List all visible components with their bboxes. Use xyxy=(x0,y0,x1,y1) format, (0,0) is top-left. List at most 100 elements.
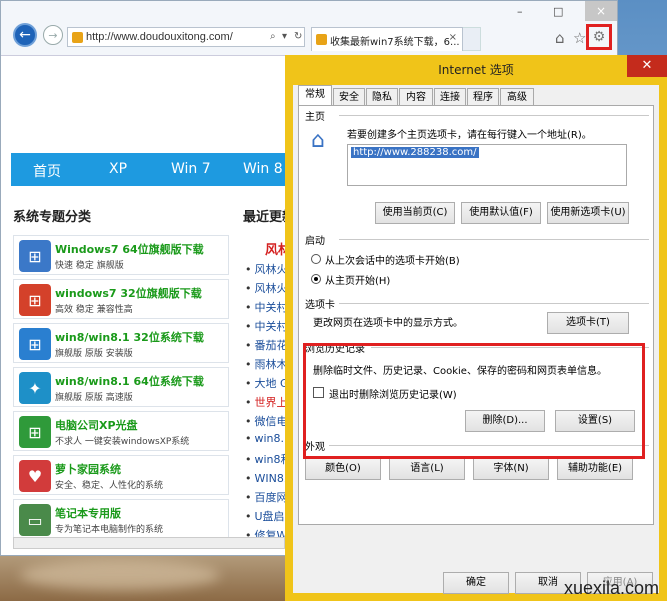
history-highlight-box xyxy=(303,343,645,459)
use-current-button[interactable]: 使用当前页(C) xyxy=(375,202,455,224)
news-item[interactable]: • U盘启 xyxy=(245,508,285,524)
address-text: http://www.doudouxitong.com/ xyxy=(86,31,233,43)
news-link[interactable]: 中关村 xyxy=(255,320,288,333)
nav-item-home[interactable]: 首页 xyxy=(33,161,61,181)
news-item[interactable]: • 世界上 xyxy=(245,394,288,410)
category-card[interactable]: ⊞ 电脑公司XP光盘 不求人 一键安装windowsXP系统 xyxy=(13,411,229,451)
card-subtitle: 不求人 一键安装windowsXP系统 xyxy=(55,437,190,447)
card-title[interactable]: Windows7 64位旗舰版下载 xyxy=(55,241,204,257)
card-title[interactable]: win8/win8.1 32位系统下载 xyxy=(55,329,204,345)
tab-security[interactable]: 安全 xyxy=(333,88,365,106)
news-item[interactable]: • 微信电 xyxy=(245,413,288,429)
news-item[interactable]: • 百度网 xyxy=(245,489,288,505)
refresh-icon[interactable]: ↻ xyxy=(294,31,302,42)
card-subtitle: 安全、稳定、人性化的系统 xyxy=(55,481,164,491)
news-link[interactable]: U盘启 xyxy=(255,510,285,523)
home-page-textarea[interactable]: http://www.288238.com/ xyxy=(347,144,627,186)
accessibility-button[interactable]: 辅助功能(E) xyxy=(557,458,633,480)
home-icon[interactable]: ⌂ xyxy=(555,29,565,47)
news-item[interactable]: • 雨林木 xyxy=(245,356,288,372)
card-subtitle: 高效 稳定 兼容性高 xyxy=(55,305,133,315)
dialog-close-button[interactable]: ✕ xyxy=(627,55,667,77)
card-title[interactable]: 电脑公司XP光盘 xyxy=(55,417,138,433)
startup-last-session-label: 从上次会话中的选项卡开始(B) xyxy=(325,256,460,267)
category-card[interactable]: ♥ 萝卜家园系统 安全、稳定、人性化的系统 xyxy=(13,455,229,495)
tab-content[interactable]: 内容 xyxy=(399,88,433,106)
card-title[interactable]: windows7 32位旗舰版下载 xyxy=(55,285,202,301)
fonts-button[interactable]: 字体(N) xyxy=(473,458,549,480)
category-card[interactable]: ▭ 笔记本专用版 专为笔记本电脑制作的系统 xyxy=(13,499,229,539)
browser-close-button[interactable]: × xyxy=(585,1,617,21)
news-link[interactable]: 百度网 xyxy=(255,491,288,504)
card-title[interactable]: win8/win8.1 64位系统下载 xyxy=(55,373,204,389)
news-link[interactable]: 大地 G xyxy=(255,377,289,390)
windows-logo-icon: ⊞ xyxy=(19,240,51,272)
news-link[interactable]: 风林火 xyxy=(255,282,288,295)
use-new-tab-button[interactable]: 使用新选项卡(U) xyxy=(547,202,629,224)
card-subtitle: 快速 稳定 旗舰版 xyxy=(55,261,124,271)
divider xyxy=(339,303,649,304)
languages-button[interactable]: 语言(L) xyxy=(389,458,465,480)
section-title: 系统专题分类 xyxy=(13,210,92,225)
gear-icon: ⚙ xyxy=(592,29,606,45)
browser-tab[interactable]: 收集最新win7系统下载，6... × xyxy=(311,27,463,51)
news-link[interactable]: 中关村 xyxy=(255,301,288,314)
dropdown-icon[interactable]: ▾ xyxy=(282,31,287,42)
category-card[interactable]: ✦ win8/win8.1 64位系统下载 旗舰版 原版 高速版 xyxy=(13,367,229,407)
news-link[interactable]: 微信电 xyxy=(255,415,288,428)
colors-button[interactable]: 颜色(O) xyxy=(305,458,381,480)
windows-logo-icon: ⊞ xyxy=(19,284,51,316)
tab-close-button[interactable]: × xyxy=(449,32,457,43)
nav-item-xp[interactable]: XP xyxy=(109,161,127,177)
use-default-button[interactable]: 使用默认值(F) xyxy=(461,202,541,224)
home-desc: 若要创建多个主页选项卡，请在每行键入一个地址(R)。 xyxy=(347,130,592,141)
card-title[interactable]: 笔记本专用版 xyxy=(55,505,121,521)
dialog-title: Internet 选项 xyxy=(438,63,514,77)
category-card[interactable]: ⊞ Windows7 64位旗舰版下载 快速 稳定 旗舰版 xyxy=(13,235,229,275)
nav-item-win7[interactable]: Win 7 xyxy=(171,161,211,177)
tabs-group-label: 选项卡 xyxy=(305,300,335,311)
address-bar[interactable]: http://www.doudouxitong.com/ ⌕ ▾ ↻ xyxy=(67,27,305,47)
forward-button[interactable]: → xyxy=(43,25,63,45)
site-favicon-icon xyxy=(72,32,83,43)
news-item[interactable]: • 风林火 xyxy=(245,280,288,296)
news-item[interactable]: • 中关村 xyxy=(245,318,288,334)
search-icon[interactable]: ⌕ xyxy=(270,31,276,42)
category-card[interactable]: ⊞ win8/win8.1 32位系统下载 旗舰版 原版 安装版 xyxy=(13,323,229,363)
tools-gear-highlight[interactable]: ⚙ xyxy=(586,24,612,50)
news-link[interactable]: 风林火 xyxy=(255,263,288,276)
new-tab-button[interactable] xyxy=(463,27,481,51)
category-card[interactable]: ⊞ windows7 32位旗舰版下载 高效 稳定 兼容性高 xyxy=(13,279,229,319)
news-item[interactable]: • 风林火 xyxy=(245,261,288,277)
tabs-button[interactable]: 选项卡(T) xyxy=(547,312,629,334)
news-item[interactable]: • 番茄花 xyxy=(245,337,288,353)
startup-home-radio[interactable] xyxy=(311,274,321,284)
news-item[interactable]: • 中关村 xyxy=(245,299,288,315)
windows-xp-logo-icon: ⊞ xyxy=(19,416,51,448)
tab-general[interactable]: 常规 xyxy=(298,85,332,107)
back-button[interactable]: ← xyxy=(13,23,37,47)
tab-programs[interactable]: 程序 xyxy=(467,88,499,106)
card-title[interactable]: 萝卜家园系统 xyxy=(55,461,121,477)
news-link[interactable]: 世界上 xyxy=(255,396,288,409)
tab-connections[interactable]: 连接 xyxy=(434,88,466,106)
startup-last-session-radio[interactable] xyxy=(311,254,321,264)
star-icon[interactable]: ☆ xyxy=(573,29,586,47)
nav-item-win8[interactable]: Win 8 xyxy=(243,161,283,177)
ok-button[interactable]: 确定 xyxy=(443,572,509,594)
news-link[interactable]: 番茄花 xyxy=(255,339,288,352)
radish-icon: ♥ xyxy=(19,460,51,492)
news-link[interactable]: 雨林木 xyxy=(255,358,288,371)
card-subtitle: 专为笔记本电脑制作的系统 xyxy=(55,525,164,535)
tab-favicon-icon xyxy=(316,34,327,45)
divider xyxy=(339,239,649,240)
tab-privacy[interactable]: 隐私 xyxy=(366,88,398,106)
tab-advanced[interactable]: 高级 xyxy=(500,88,534,106)
card-subtitle: 旗舰版 原版 安装版 xyxy=(55,349,133,359)
minimize-button[interactable]: – xyxy=(517,5,523,18)
startup-group-label: 启动 xyxy=(305,236,325,247)
startup-home-label: 从主页开始(H) xyxy=(325,276,391,287)
maximize-button[interactable]: □ xyxy=(553,5,563,18)
horizontal-scrollbar[interactable] xyxy=(13,537,285,549)
news-item[interactable]: • 大地 G xyxy=(245,375,289,391)
